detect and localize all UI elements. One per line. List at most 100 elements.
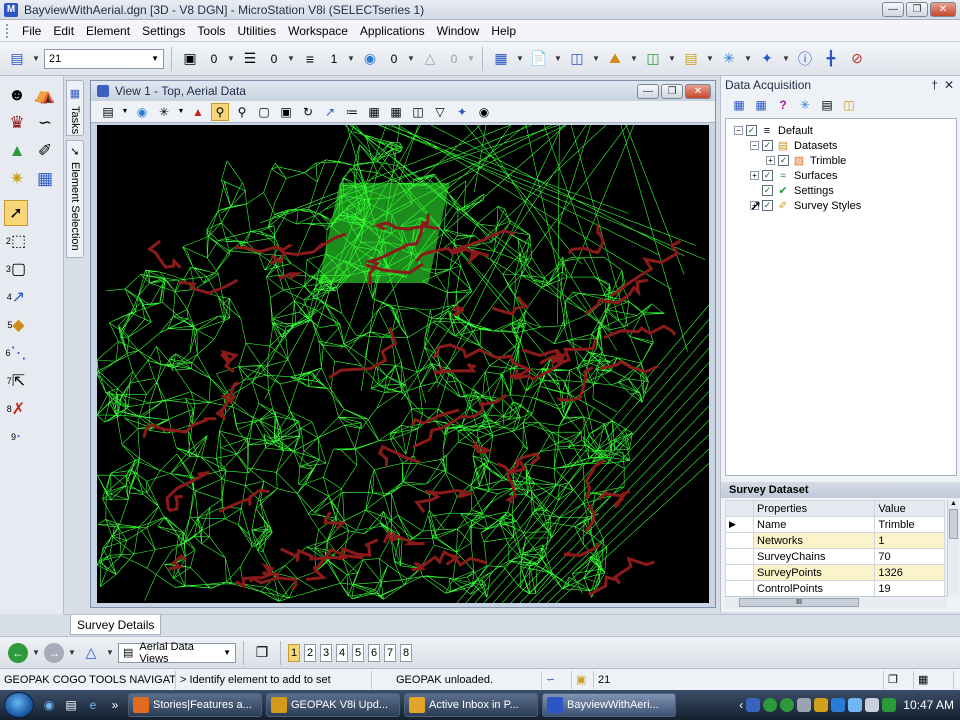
checkbox-icon[interactable]: ✓ xyxy=(762,170,773,181)
chevron-down-icon[interactable]: ▼ xyxy=(106,648,114,657)
clip-mask-icon[interactable]: ✦ xyxy=(453,103,471,121)
view-canvas[interactable] xyxy=(97,125,709,603)
close-button[interactable]: ✕ xyxy=(930,2,956,17)
table-row[interactable]: SurveyChains 70 xyxy=(725,548,945,565)
menu-settings[interactable]: Settings xyxy=(136,24,191,38)
survey-people-icon[interactable]: ☻ xyxy=(4,82,30,108)
property-value[interactable]: 19 xyxy=(874,580,945,597)
survey-tripod-icon[interactable]: ⛺ xyxy=(32,82,58,108)
filter-icon[interactable]: ◫ xyxy=(841,97,857,113)
line-style-icon[interactable]: ☰ xyxy=(239,48,261,70)
vertical-scrollbar[interactable]: ▲ xyxy=(947,500,959,596)
view-restore-button[interactable]: ❐ xyxy=(661,83,683,99)
levels-stack-icon[interactable]: ▤ xyxy=(680,48,702,70)
collapse-icon[interactable]: − xyxy=(750,141,759,150)
property-value[interactable]: Trimble xyxy=(874,516,945,533)
survey-chain-icon[interactable]: ∽ xyxy=(32,110,58,136)
survey-team-icon[interactable]: ♛ xyxy=(4,110,30,136)
tray-volume-icon[interactable] xyxy=(865,698,880,712)
start-button[interactable] xyxy=(4,692,34,718)
export-icon[interactable]: ▦ xyxy=(753,97,769,113)
tray-app-icon[interactable] xyxy=(746,698,761,712)
fit-view-icon[interactable]: ▣ xyxy=(277,103,295,121)
taskbar-button-geopak[interactable]: GEOPAK V8i Upd... xyxy=(266,693,400,717)
minimize-button[interactable]: — xyxy=(882,2,904,17)
chevron-down-icon[interactable]: ▼ xyxy=(630,54,638,63)
line-weight-icon[interactable]: ≡ xyxy=(299,48,321,70)
chevron-down-icon[interactable]: ▼ xyxy=(516,54,524,63)
zoom-out-icon[interactable]: ⚲ xyxy=(233,103,251,121)
tab-element-selection[interactable]: ➚ Element Selection xyxy=(66,140,84,258)
view-button-5[interactable]: 5 xyxy=(352,643,364,662)
chevron-down-icon[interactable]: ▼ xyxy=(32,648,40,657)
tray-shield-icon[interactable] xyxy=(814,698,829,712)
checkbox-icon[interactable]: ✓ xyxy=(762,200,773,211)
references-icon[interactable]: ◫ xyxy=(566,48,588,70)
horizontal-scrollbar[interactable]: III xyxy=(725,596,947,608)
tray-printer-icon[interactable] xyxy=(797,698,812,712)
survey-book-icon[interactable]: ▦ xyxy=(32,166,58,192)
no-entry-icon[interactable]: ⊘ xyxy=(846,48,868,70)
transparency-globe-icon[interactable]: ◉ xyxy=(359,48,381,70)
menu-window[interactable]: Window xyxy=(431,24,486,38)
display-style-icon[interactable]: ◉ xyxy=(133,103,151,121)
chevron-down-icon[interactable]: ▼ xyxy=(467,54,475,63)
menu-applications[interactable]: Applications xyxy=(354,24,431,38)
pin-icon[interactable]: † xyxy=(931,78,938,92)
snap-points-icon[interactable]: ✳ xyxy=(797,97,813,113)
survey-pen-icon[interactable]: ✐ xyxy=(32,138,58,164)
tray-network-icon[interactable] xyxy=(848,698,863,712)
chevron-down-icon[interactable]: ▼ xyxy=(407,54,415,63)
import-icon[interactable]: ▦ xyxy=(731,97,747,113)
chevron-right-icon[interactable]: » xyxy=(106,696,124,714)
view-button-6[interactable]: 6 xyxy=(368,643,380,662)
level-select[interactable]: 21 ▼ xyxy=(44,48,164,69)
camera-icon[interactable]: ◉ xyxy=(475,103,493,121)
accudraw-icon[interactable]: ╋ xyxy=(820,48,842,70)
chevron-down-icon[interactable]: ▼ xyxy=(287,54,295,63)
chevron-down-icon[interactable]: ▼ xyxy=(227,54,235,63)
view-minimize-button[interactable]: — xyxy=(637,83,659,99)
tree-node-datasets[interactable]: − ✓ ▤ Datasets xyxy=(726,138,956,153)
chevron-down-icon[interactable]: ▼ xyxy=(177,103,185,121)
close-icon[interactable]: ✕ xyxy=(944,78,954,92)
checkbox-icon[interactable]: ✓ xyxy=(746,125,757,136)
tree-node-trimble[interactable]: + ✓ ▧ Trimble xyxy=(726,153,956,168)
view-button-4[interactable]: 4 xyxy=(336,643,348,662)
tool-7-move-icon[interactable]: 7 ⇱ xyxy=(4,368,28,394)
back-arrow-icon[interactable]: ← xyxy=(8,642,28,663)
tree-node-surfaces[interactable]: + ✓ ≈ Surfaces xyxy=(726,168,956,183)
survey-bulb-icon[interactable]: ✷ xyxy=(4,166,30,192)
show-desktop-icon[interactable]: ▤ xyxy=(62,696,80,714)
tool-4-line-icon[interactable]: 4 ↗ xyxy=(4,284,28,310)
status-active-level[interactable]: 21 xyxy=(594,670,884,689)
design-history-icon[interactable]: ❐ xyxy=(884,670,914,689)
restore-button[interactable]: ❐ xyxy=(906,2,928,17)
column-header-properties[interactable]: Properties xyxy=(752,500,876,517)
view-button-1[interactable]: 1 xyxy=(288,643,300,662)
property-value[interactable]: 1326 xyxy=(874,564,945,581)
snap-icon[interactable]: ✳ xyxy=(718,48,740,70)
zoom-in-icon[interactable]: ⚲ xyxy=(211,102,229,121)
tool-3-place-icon[interactable]: 3 ▢ xyxy=(4,256,28,282)
color-value[interactable]: 0 xyxy=(205,52,223,66)
menu-edit[interactable]: Edit xyxy=(47,24,80,38)
walk-icon[interactable]: ≔ xyxy=(343,103,361,121)
priority-icon[interactable]: △ xyxy=(419,48,441,70)
lock-icon[interactable]: ▣ xyxy=(572,670,594,689)
menu-element[interactable]: Element xyxy=(80,24,136,38)
tab-tasks[interactable]: ▦ Tasks xyxy=(66,80,84,136)
menu-help[interactable]: Help xyxy=(485,24,522,38)
taskbar-button-microstation[interactable]: BayviewWithAeri... xyxy=(542,693,676,717)
raster-icon[interactable]: ⛰ xyxy=(604,48,626,70)
tray-status-icon[interactable] xyxy=(780,698,795,712)
style-value[interactable]: 0 xyxy=(265,52,283,66)
chevron-down-icon[interactable]: ▼ xyxy=(68,648,76,657)
table-row[interactable]: Networks 1 xyxy=(725,532,945,549)
chevron-down-icon[interactable]: ▼ xyxy=(782,54,790,63)
chevron-down-icon[interactable]: ▼ xyxy=(554,54,562,63)
chevron-left-icon[interactable]: ‹ xyxy=(739,698,743,712)
view-button-7[interactable]: 7 xyxy=(384,643,396,662)
chevron-down-icon[interactable]: ▼ xyxy=(706,54,714,63)
lighting-icon[interactable]: ✳ xyxy=(155,103,173,121)
